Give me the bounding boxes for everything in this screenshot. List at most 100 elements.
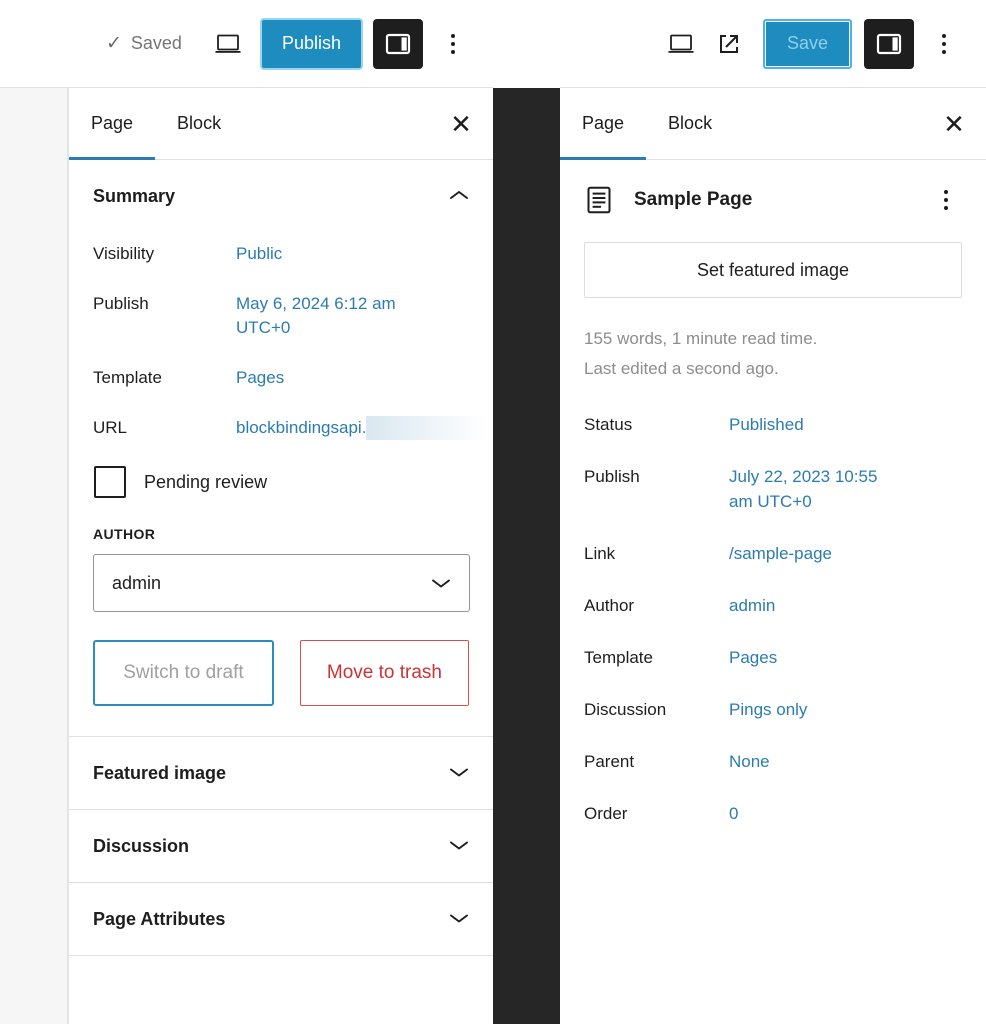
set-featured-image-button[interactable]: Set featured image xyxy=(584,242,962,298)
kebab-dot xyxy=(451,49,455,54)
author-select-value: admin xyxy=(112,572,162,593)
tab-page[interactable]: Page xyxy=(560,88,647,160)
panel-gutter-divider xyxy=(493,88,560,1024)
last-edited-line: Last edited a second ago. xyxy=(584,359,779,378)
external-link-icon[interactable] xyxy=(705,20,753,68)
section-label: Featured image xyxy=(93,762,227,783)
kebab-dot xyxy=(944,198,948,202)
left-settings-panel: Page Block ✕ Summary Visibility Public P… xyxy=(68,88,493,1024)
tab-block[interactable]: Block xyxy=(155,88,243,159)
section-divider xyxy=(69,955,493,979)
left-panel-tabs: Page Block ✕ xyxy=(69,88,493,160)
summary-row-visibility: Visibility Public xyxy=(93,242,469,266)
saved-label: Saved xyxy=(130,33,182,53)
save-button[interactable]: Save xyxy=(762,18,852,69)
meta-row-template: Template Pages xyxy=(584,645,962,670)
right-settings-panel: Page Block ✕ Sample Page Set featured im… xyxy=(560,88,986,1024)
meta-row-status: Status Published xyxy=(584,412,962,437)
chevron-down-icon xyxy=(431,573,451,594)
meta-row-link: Link /sample-page xyxy=(584,541,962,566)
meta-row-order: Order 0 xyxy=(584,801,962,826)
parent-value[interactable]: None xyxy=(729,749,770,774)
link-label: Link xyxy=(584,544,616,563)
move-to-trash-button[interactable]: Move to trash xyxy=(299,640,469,706)
pending-review-toggle[interactable]: Pending review xyxy=(93,466,469,498)
tab-page[interactable]: Page xyxy=(69,88,156,160)
switch-to-draft-button[interactable]: Switch to draft xyxy=(93,640,274,706)
document-title: Sample Page xyxy=(634,189,753,210)
kebab-dot xyxy=(944,206,948,210)
left-editor-toolbar: ✓ Saved Publish xyxy=(0,0,493,88)
kebab-dot xyxy=(942,33,946,38)
document-stats: 155 words, 1 minute read time. Last edit… xyxy=(584,324,962,384)
summary-body: Visibility Public Publish May 6, 2024 6:… xyxy=(69,232,493,706)
close-icon[interactable]: ✕ xyxy=(429,88,493,159)
more-options-icon[interactable] xyxy=(922,20,966,68)
sidebar-toggle-icon[interactable] xyxy=(864,18,914,69)
sidebar-toggle-icon[interactable] xyxy=(373,18,423,69)
meta-row-discussion: Discussion Pings only xyxy=(584,697,962,722)
meta-row-parent: Parent None xyxy=(584,749,962,774)
document-header: Sample Page xyxy=(560,160,986,218)
status-label: Status xyxy=(584,415,633,434)
url-label: URL xyxy=(93,418,128,437)
word-count-line: 155 words, 1 minute read time. xyxy=(584,329,818,348)
publish-label: Publish xyxy=(93,294,149,313)
section-page-attributes[interactable]: Page Attributes xyxy=(69,882,493,955)
section-label: Page Attributes xyxy=(93,908,226,929)
template-value[interactable]: Pages xyxy=(236,366,284,390)
section-featured-image[interactable]: Featured image xyxy=(69,736,493,809)
author-value[interactable]: admin xyxy=(729,593,775,618)
post-actions: Switch to draft Move to trash xyxy=(93,640,469,706)
right-editor-toolbar: Save xyxy=(560,0,986,88)
pending-review-checkbox[interactable] xyxy=(94,466,126,498)
screenshot-root: ✓ Saved Publish Save Page Block ✕ Summar… xyxy=(0,0,986,1024)
publish-value[interactable]: May 6, 2024 6:12 am UTC+0 xyxy=(236,292,441,340)
tab-block[interactable]: Block xyxy=(646,88,734,159)
section-label: Discussion xyxy=(93,835,190,856)
link-value[interactable]: /sample-page xyxy=(729,541,832,566)
section-discussion[interactable]: Discussion xyxy=(69,809,493,882)
desktop-preview-icon[interactable] xyxy=(657,20,705,68)
left-editor-rail xyxy=(0,88,68,1024)
more-options-icon[interactable] xyxy=(431,20,475,68)
page-document-icon xyxy=(584,185,614,215)
visibility-value[interactable]: Public xyxy=(236,242,282,266)
kebab-dot xyxy=(944,190,948,194)
discussion-label: Discussion xyxy=(584,700,667,719)
publish-value[interactable]: July 22, 2023 10:55 am UTC+0 xyxy=(729,464,904,514)
saved-status: ✓ Saved xyxy=(106,33,182,54)
right-panel-tabs: Page Block ✕ xyxy=(560,88,986,160)
author-select[interactable]: admin xyxy=(93,554,470,612)
chevron-up-icon xyxy=(449,189,469,204)
template-value[interactable]: Pages xyxy=(729,645,777,670)
chevron-down-icon xyxy=(449,766,469,781)
summary-section-header[interactable]: Summary xyxy=(69,160,493,232)
template-label: Template xyxy=(584,648,653,667)
visibility-label: Visibility xyxy=(93,244,155,263)
author-field-label: AUTHOR xyxy=(93,526,156,542)
status-value[interactable]: Published xyxy=(729,412,804,437)
url-value[interactable]: blockbindingsapi. xyxy=(236,416,488,440)
meta-row-publish: Publish July 22, 2023 10:55 am UTC+0 xyxy=(584,464,962,514)
close-icon[interactable]: ✕ xyxy=(922,88,986,159)
summary-row-url: URL blockbindingsapi. xyxy=(93,416,488,440)
order-label: Order xyxy=(584,804,628,823)
publish-button[interactable]: Publish xyxy=(261,19,361,68)
author-label: Author xyxy=(584,596,635,615)
desktop-preview-icon[interactable] xyxy=(204,20,252,68)
chevron-down-icon xyxy=(449,912,469,927)
kebab-dot xyxy=(942,41,946,46)
discussion-value[interactable]: Pings only xyxy=(729,697,807,722)
document-meta-list: Status Published Publish July 22, 2023 1… xyxy=(560,384,986,826)
order-value[interactable]: 0 xyxy=(729,801,738,826)
summary-row-publish: Publish May 6, 2024 6:12 am UTC+0 xyxy=(93,292,469,340)
pending-review-label: Pending review xyxy=(144,471,268,492)
more-options-icon[interactable] xyxy=(928,182,964,218)
summary-row-template: Template Pages xyxy=(93,366,469,390)
parent-label: Parent xyxy=(584,752,635,771)
chevron-down-icon xyxy=(449,839,469,854)
template-label: Template xyxy=(93,368,162,387)
publish-label: Publish xyxy=(584,467,640,486)
summary-title: Summary xyxy=(93,185,176,206)
